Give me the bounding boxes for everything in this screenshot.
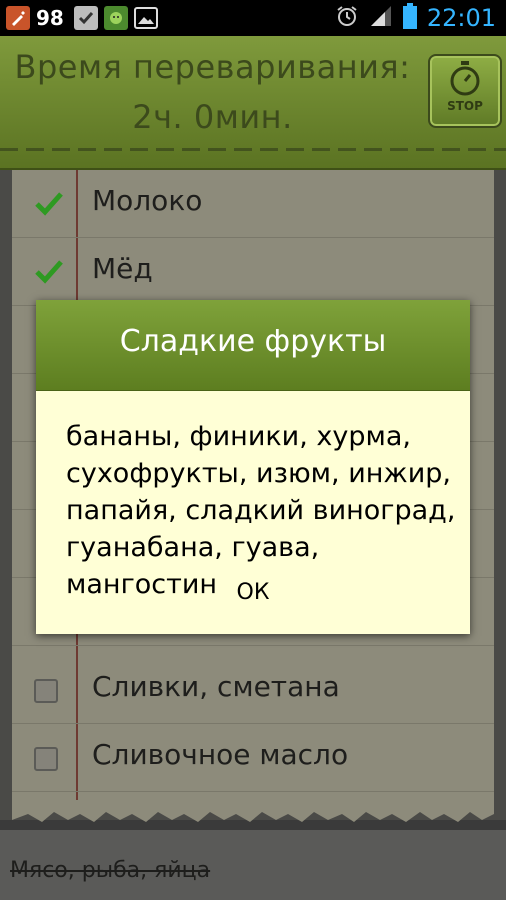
signal-icon bbox=[369, 4, 393, 32]
torn-paper-edge bbox=[12, 800, 494, 822]
list-item-label: Сливочное масло bbox=[92, 738, 349, 771]
stop-button[interactable]: STOP bbox=[428, 54, 502, 128]
dashed-divider bbox=[0, 148, 506, 151]
list-item[interactable]: Мёд bbox=[12, 238, 494, 306]
list-item-label: Сливки, сметана bbox=[92, 670, 340, 703]
list-item[interactable]: Сливочное масло bbox=[12, 724, 494, 792]
status-bar: 98 22:01 bbox=[0, 0, 506, 36]
stop-label: STOP bbox=[447, 99, 483, 113]
dialog-header: Сладкие фрукты bbox=[36, 300, 470, 391]
list-item[interactable]: Молоко bbox=[12, 170, 494, 238]
info-dialog: Сладкие фрукты бананы, финики, хурма, су… bbox=[36, 300, 470, 634]
battery-icon bbox=[402, 3, 417, 33]
clock-time: 22:01 bbox=[426, 4, 496, 32]
checkbox[interactable] bbox=[34, 747, 58, 771]
dialog-message: бананы, финики, хурма, сухофрукты, изюм,… bbox=[66, 421, 456, 600]
checkbox-icon bbox=[73, 6, 98, 30]
digestion-time-title: Время переваривания: bbox=[14, 48, 411, 86]
checkmark-icon bbox=[34, 258, 63, 286]
image-icon bbox=[133, 7, 158, 29]
checkmark-icon bbox=[34, 190, 63, 218]
dialog-title: Сладкие фрукты bbox=[119, 324, 387, 359]
category-label-strikethrough[interactable]: Мясо, рыба, яйца bbox=[10, 858, 210, 883]
list-item-label: Молоко bbox=[92, 184, 203, 217]
list-item-label: Мёд bbox=[92, 252, 153, 285]
android-icon bbox=[103, 6, 128, 30]
stopwatch-icon bbox=[446, 61, 484, 101]
digestion-time-value: 2ч. 0мин. bbox=[132, 98, 293, 136]
alarm-icon bbox=[335, 4, 359, 32]
pencil-app-icon bbox=[6, 6, 30, 30]
battery-percent-text: 98 bbox=[36, 6, 64, 30]
checkbox[interactable] bbox=[34, 679, 58, 703]
ok-button[interactable]: ОК bbox=[223, 580, 283, 605]
app-header: Время переваривания: 2ч. 0мин. STOP bbox=[0, 36, 506, 170]
list-item[interactable]: Сливки, сметана bbox=[12, 656, 494, 724]
